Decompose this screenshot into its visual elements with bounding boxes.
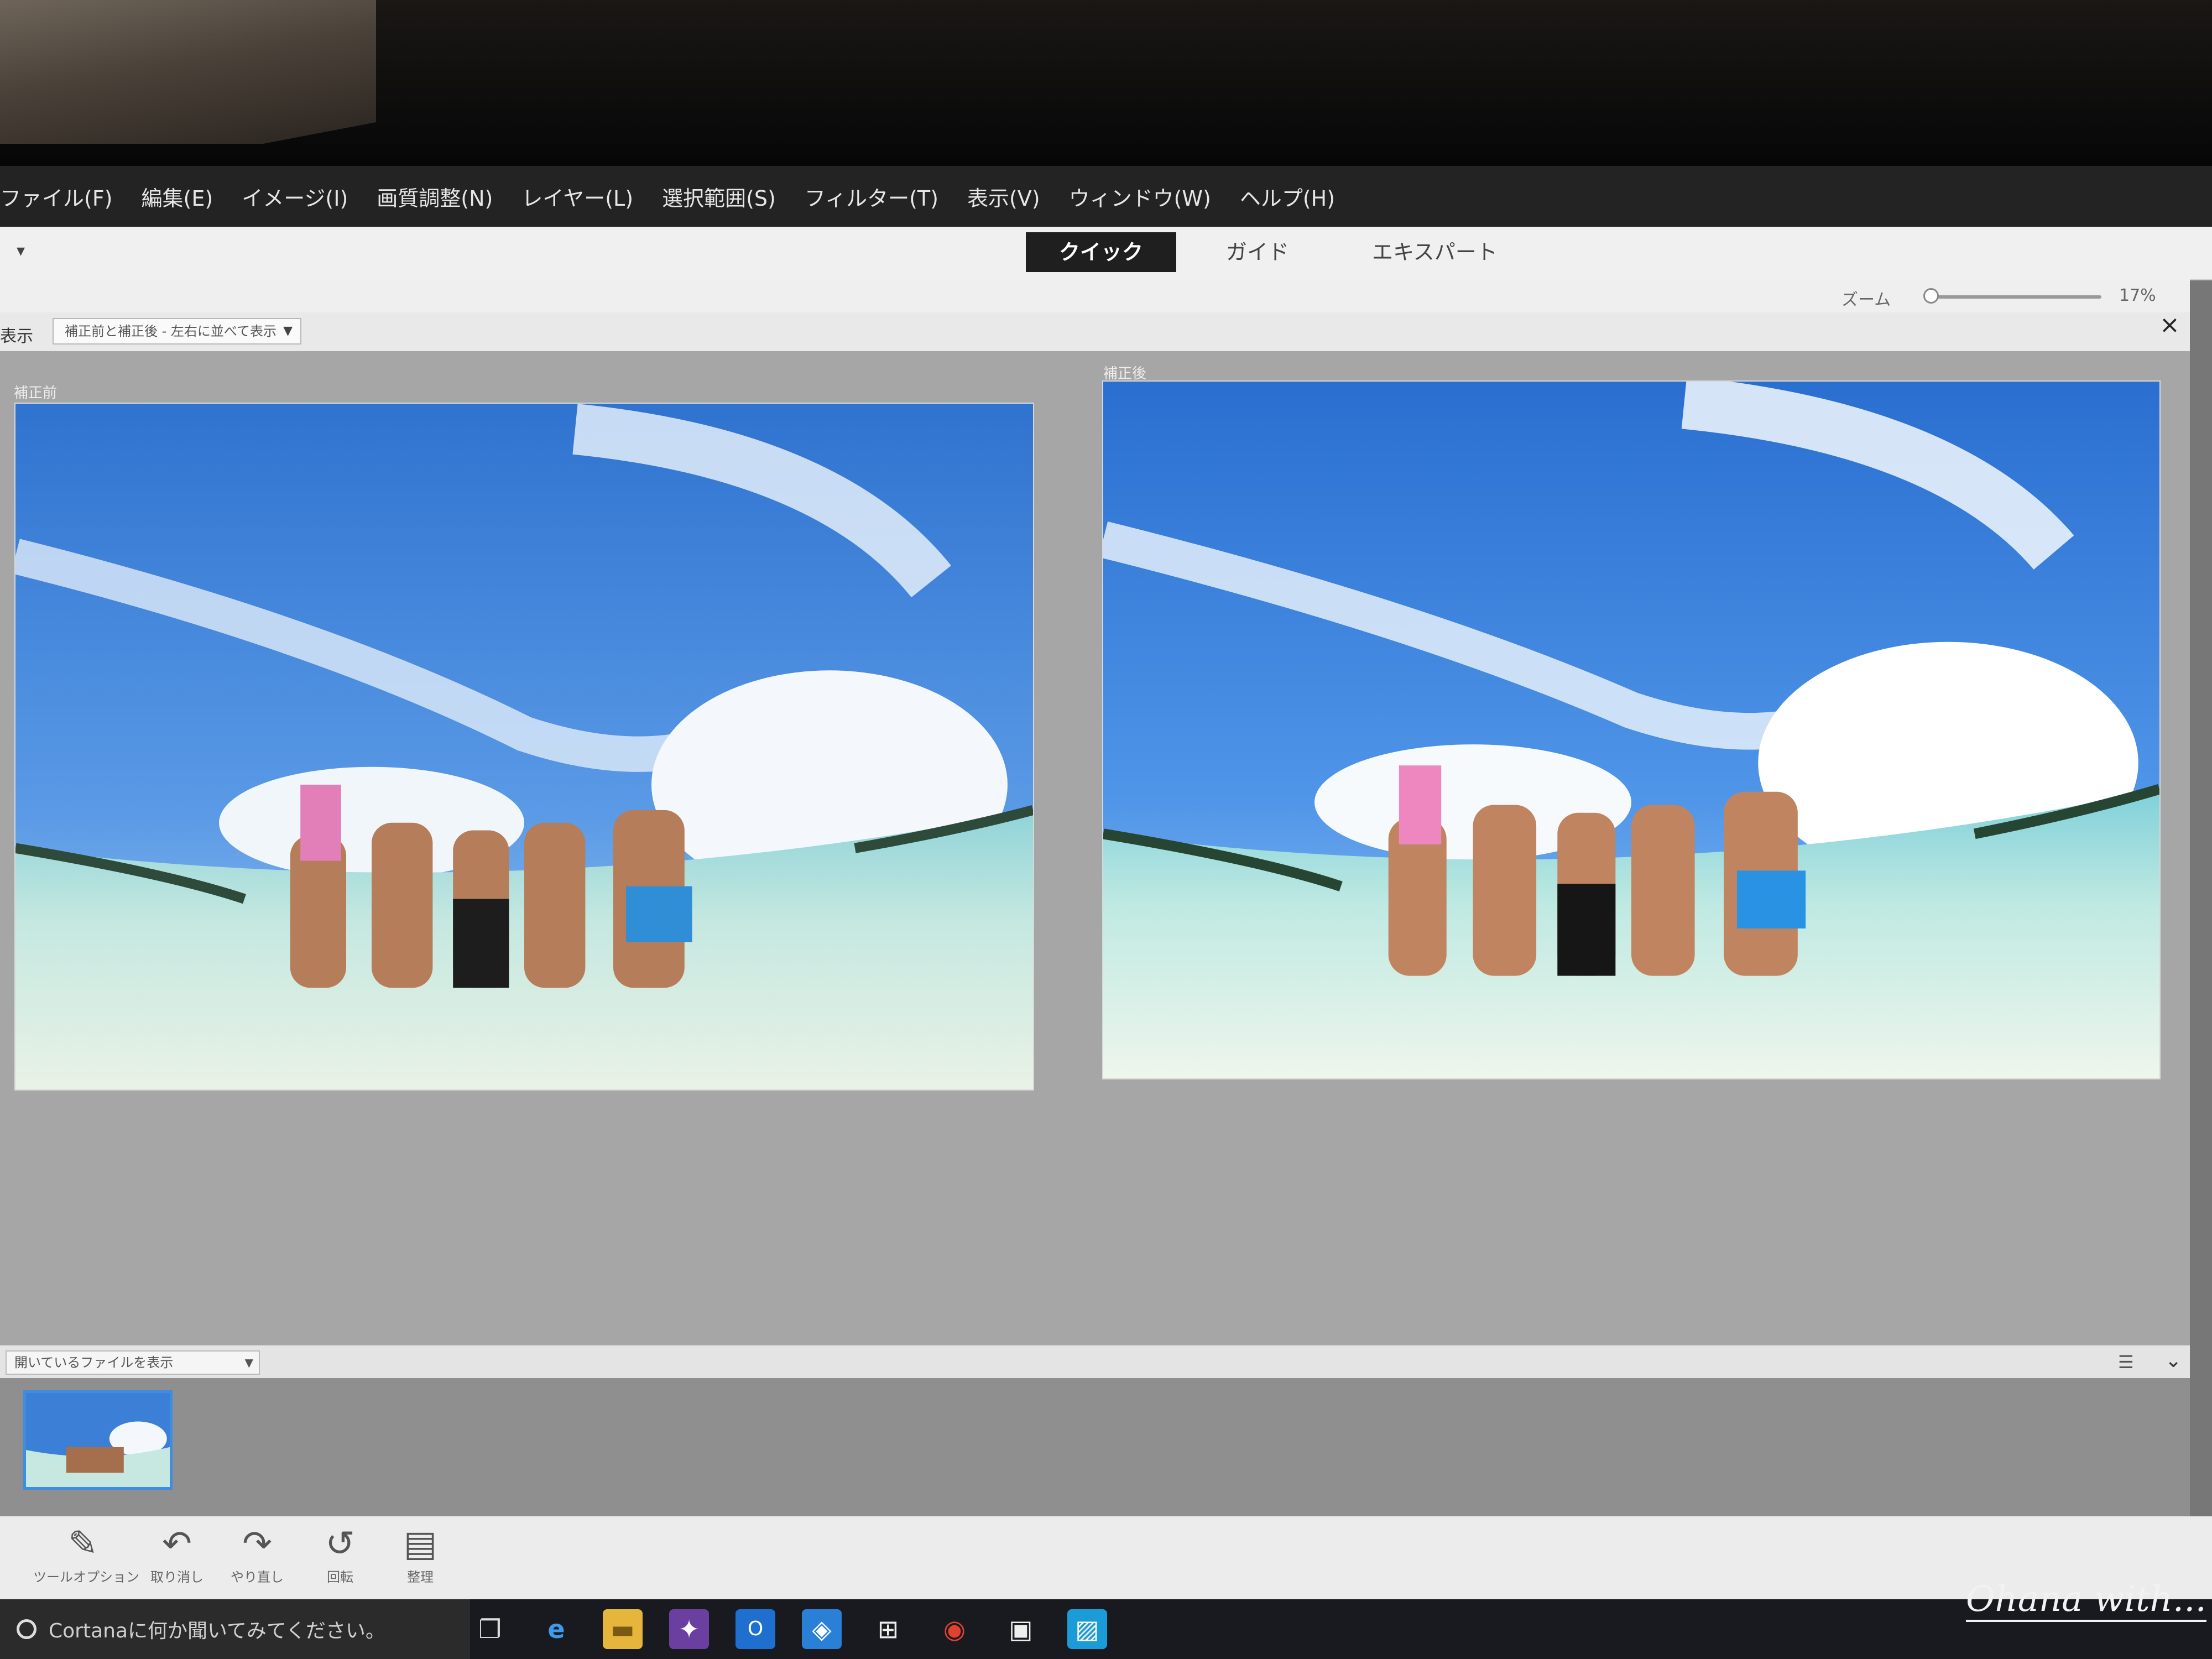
photo-bin — [0, 1378, 2190, 1516]
watermark-signature: Ohana with... — [1966, 1579, 2206, 1622]
edge-browser-icon[interactable]: e — [536, 1609, 576, 1649]
outlook-icon[interactable]: O — [735, 1609, 775, 1649]
menu-enhance[interactable]: 画質調整(N) — [377, 181, 493, 212]
cortana-search-box[interactable]: Cortanaに何か聞いてみてください。 — [0, 1599, 470, 1659]
menu-bar: ファイル(F) 編集(E) イメージ(I) 画質調整(N) レイヤー(L) 選択… — [0, 166, 2212, 227]
cortana-icon — [17, 1619, 36, 1639]
view-bar: 表示 補正前と補正後 - 左右に並べて表示 ▼ — [0, 312, 2190, 351]
zoom-slider-handle[interactable] — [1923, 288, 1939, 304]
tab-quick[interactable]: クイック — [1026, 232, 1177, 272]
menu-edit[interactable]: 編集(E) — [142, 181, 213, 212]
view-mode-select[interactable]: 補正前と補正後 - 左右に並べて表示 ▼ — [53, 318, 301, 345]
chrome-icon[interactable]: ◉ — [935, 1609, 974, 1649]
menu-layer[interactable]: レイヤー(L) — [521, 181, 633, 212]
beach-photo-after — [1103, 382, 2159, 1078]
file-explorer-icon[interactable]: ▬ — [603, 1609, 643, 1649]
task-view-icon[interactable]: ❐ — [470, 1609, 510, 1649]
workspace-dropdown-icon[interactable]: ▾ — [17, 241, 25, 260]
mode-tabs: クイック ガイド エキスパート — [1026, 232, 1547, 272]
menu-select[interactable]: 選択範囲(S) — [662, 181, 776, 212]
zoom-value: 17% — [2119, 286, 2156, 305]
beach-photo-before — [15, 404, 1033, 1089]
photoshop-elements-icon[interactable]: ▨ — [1067, 1609, 1107, 1649]
pencil-icon: ✎ — [68, 1524, 98, 1564]
after-pane-label: 補正後 — [1103, 366, 1147, 382]
menu-image[interactable]: イメージ(I) — [242, 181, 348, 212]
store-icon[interactable]: ⊞ — [868, 1609, 908, 1649]
menu-window[interactable]: ウィンドウ(W) — [1069, 181, 1211, 212]
list-options-icon[interactable]: ☰ — [2118, 1352, 2134, 1373]
close-icon[interactable]: × — [2159, 311, 2180, 339]
zoom-toolbar: ズーム 17% — [0, 279, 2190, 312]
menu-view[interactable]: 表示(V) — [967, 181, 1040, 212]
after-photo[interactable] — [1103, 382, 2159, 1078]
tab-expert[interactable]: エキスパート — [1339, 232, 1531, 272]
menu-filter[interactable]: フィルター(T) — [805, 181, 938, 212]
menu-help[interactable]: ヘルプ(H) — [1240, 181, 1335, 212]
photo-app-icon[interactable]: ✦ — [669, 1609, 709, 1649]
bottom-toolbar: ✎ ツールオプション ↶ 取り消し ↷ やり直し ↺ 回転 ▤ 整理 — [0, 1516, 2212, 1599]
zoom-slider-track[interactable] — [1930, 295, 2101, 299]
view-label: 表示 — [0, 327, 33, 346]
tab-guided[interactable]: ガイド — [1193, 232, 1322, 272]
before-pane-label: 補正前 — [14, 385, 58, 401]
elements-organizer-icon[interactable]: ◈ — [802, 1609, 842, 1649]
organize-icon: ▤ — [403, 1524, 437, 1564]
photo-thumbnail[interactable] — [23, 1390, 173, 1490]
image-canvas: 補正前 補正後 — [0, 351, 2190, 1358]
mode-bar: ▾ クイック ガイド エキスパート — [0, 227, 2212, 280]
zoom-label: ズーム — [1841, 290, 1891, 310]
tool-options-button[interactable]: ✎ ツールオプション — [33, 1522, 139, 1585]
view-mode-value: 補正前と補正後 - 左右に並べて表示 — [65, 324, 276, 339]
photos-viewer-icon[interactable]: ▣ — [1001, 1609, 1041, 1649]
photo-bin-bar: 開いているファイルを表示 ▼ ☰ ⌄ — [0, 1345, 2190, 1379]
photo-bin-select[interactable]: 開いているファイルを表示 ▼ — [6, 1350, 260, 1375]
windows-taskbar: Cortanaに何か聞いてみてください。 ❐ e ▬ ✦ O ◈ ⊞ ◉ ▣ ▨ — [0, 1599, 2212, 1659]
organize-button[interactable]: ▤ 整理 — [371, 1522, 470, 1585]
books-on-desk — [0, 0, 376, 144]
photo-bin-select-value: 開いているファイルを表示 — [14, 1355, 174, 1370]
thumbnail-image — [26, 1393, 170, 1487]
monitor-screen: ファイル(F) 編集(E) イメージ(I) 画質調整(N) レイヤー(L) 選択… — [0, 166, 2212, 1659]
menu-file[interactable]: ファイル(F) — [0, 181, 113, 212]
cortana-placeholder: Cortanaに何か聞いてみてください。 — [49, 1620, 385, 1642]
expand-chevron-icon[interactable]: ⌄ — [2165, 1349, 2182, 1372]
before-photo[interactable] — [15, 404, 1033, 1089]
chevron-down-icon: ▼ — [244, 1356, 253, 1369]
chevron-down-icon: ▼ — [283, 324, 293, 338]
